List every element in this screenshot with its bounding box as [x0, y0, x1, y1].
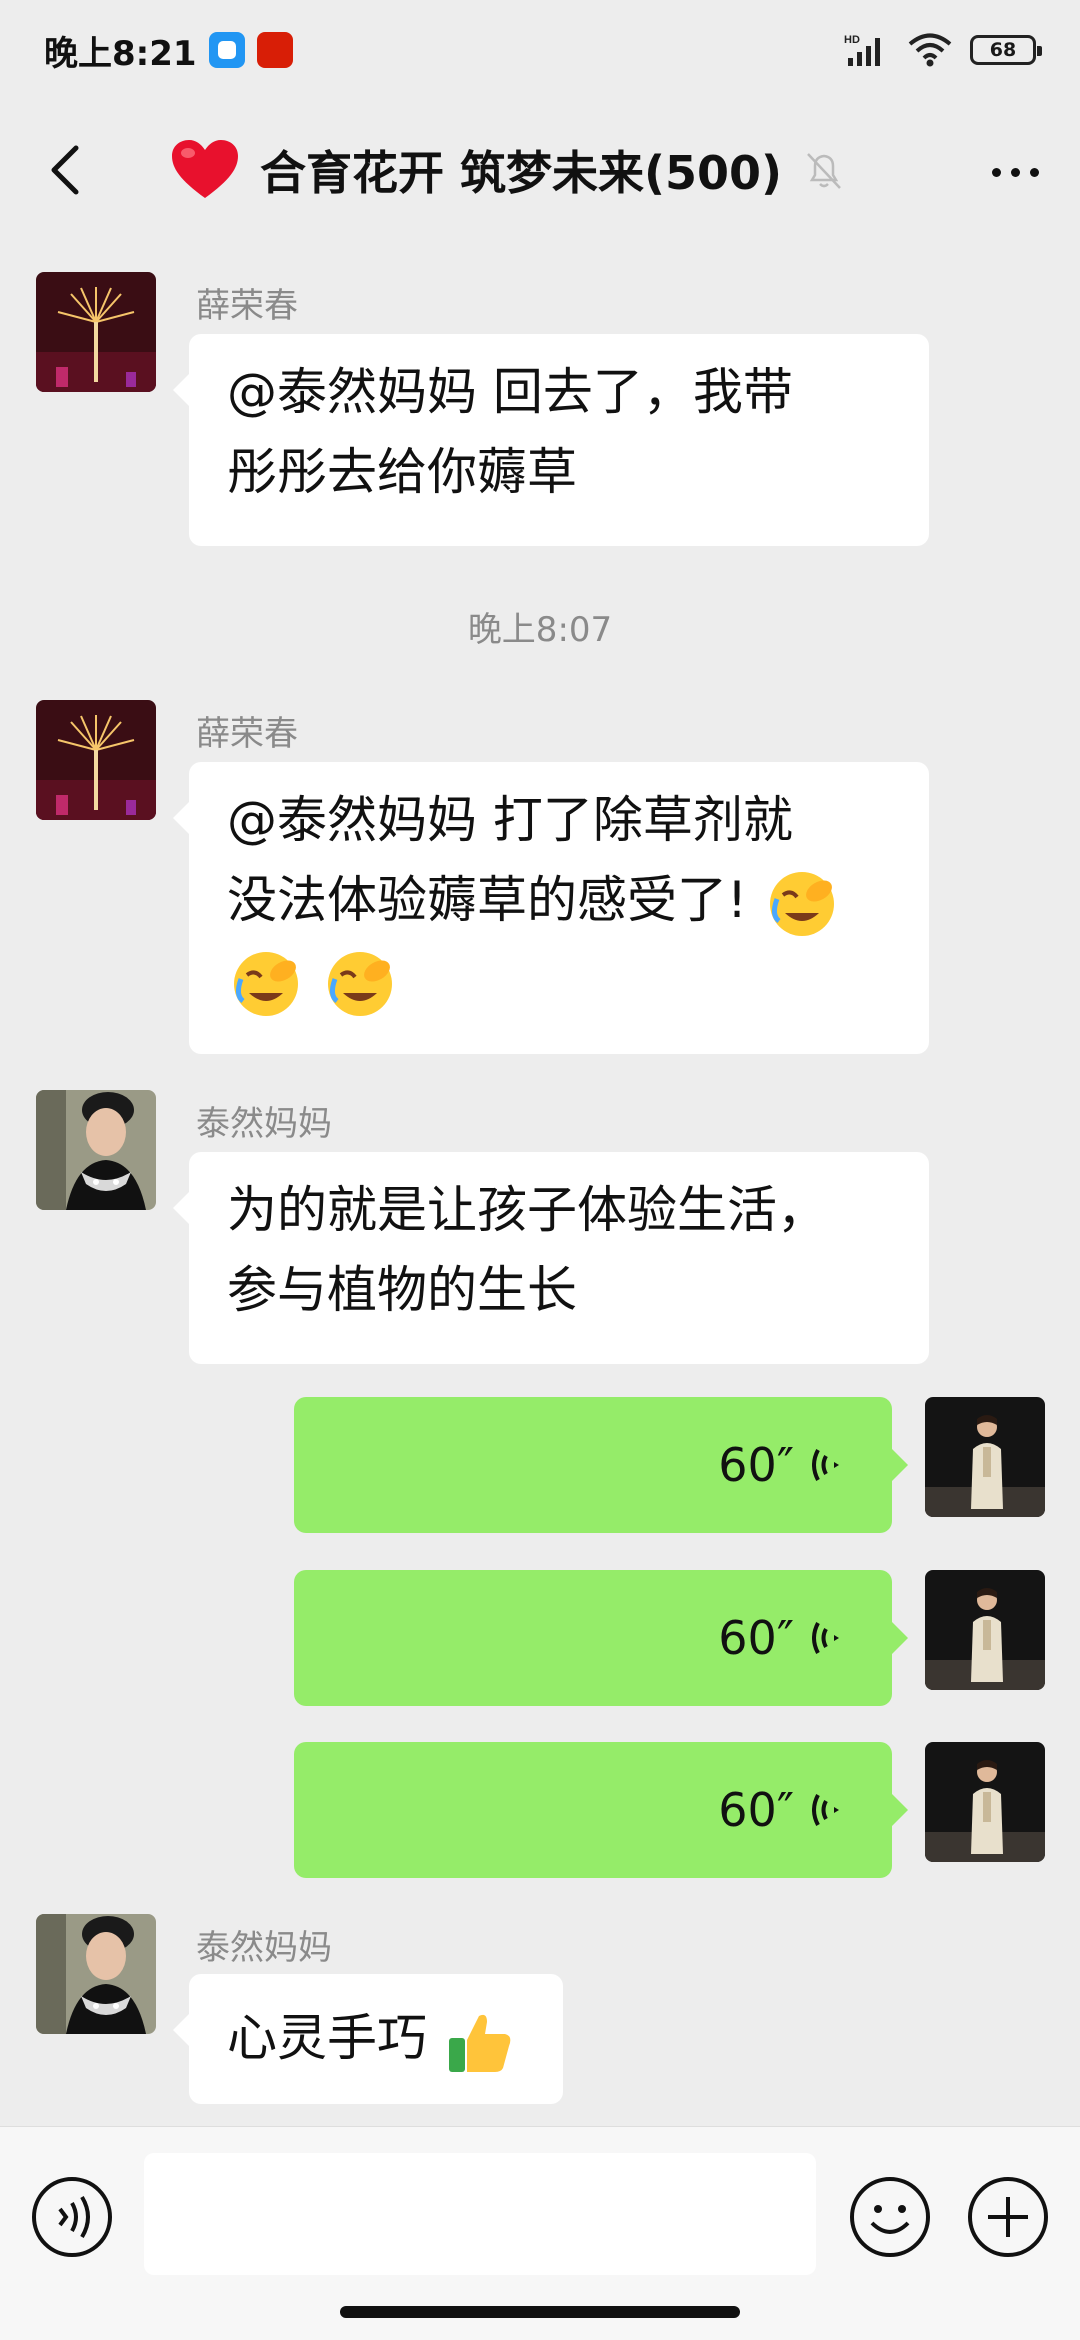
sender-name: 薛荣春	[196, 286, 298, 326]
fireworks-avatar-image	[36, 272, 156, 392]
voice-duration: 60″	[718, 1783, 794, 1837]
dot	[1010, 167, 1020, 177]
facepalm-laugh-emoji-icon	[327, 951, 392, 1016]
voice-bubble[interactable]: 60″	[294, 1397, 908, 1533]
sender-name: 泰然妈妈	[196, 1104, 332, 1144]
status-indicators: HD 68	[844, 32, 1042, 68]
sender-name: 薛荣春	[196, 714, 298, 754]
timestamp: 晚上8:07	[467, 610, 613, 650]
back-icon[interactable]	[36, 138, 96, 202]
text-bubble[interactable]: 心灵手巧	[173, 1974, 563, 2104]
emoji-icon[interactable]	[848, 2175, 932, 2259]
notification-app-icon	[208, 32, 245, 68]
self-avatar-image	[925, 1742, 1045, 1862]
woman-avatar-image	[36, 1914, 156, 2034]
voice-wave-icon	[812, 1622, 839, 1654]
message-text-row: 没法体验薅草的感受了!	[227, 860, 891, 940]
voice-duration: 60″	[718, 1438, 794, 1492]
text-bubble[interactable]: 为的就是让孩子体验生活， 参与植物的生长	[173, 1152, 929, 1364]
avatar-self[interactable]	[925, 1397, 1045, 1517]
voice-bubble[interactable]: 60″	[294, 1570, 908, 1706]
more-options-button[interactable]	[980, 142, 1050, 202]
network-hd-label: HD	[844, 34, 860, 46]
battery-level: 68	[989, 39, 1017, 61]
voice-wave-icon	[812, 1794, 839, 1826]
message-text-line: 心灵手巧	[227, 2009, 427, 2067]
emoji-row	[227, 940, 891, 1020]
voice-bubble[interactable]: 60″	[294, 1742, 908, 1878]
dot	[1029, 167, 1039, 177]
message-text-line: 没法体验薅草的感受了!	[227, 871, 748, 929]
status-bar: 晚上8:21 HD 68	[0, 0, 1080, 100]
dot	[991, 167, 1001, 177]
avatar-fireworks[interactable]	[36, 700, 156, 820]
cellular-signal-icon: HD	[844, 34, 880, 66]
avatar-fireworks[interactable]	[36, 272, 156, 392]
message-text-line: @泰然妈妈 回去了，我带	[227, 363, 793, 421]
facepalm-laugh-emoji-icon	[234, 951, 298, 1016]
mute-bell-icon	[807, 153, 842, 189]
text-bubble[interactable]: @泰然妈妈 打了除草剂就 没法体验薅草的感受了!	[173, 762, 929, 1054]
woman-avatar-image	[36, 1090, 156, 1210]
self-avatar-image	[925, 1397, 1045, 1517]
avatar-woman[interactable]	[36, 1090, 156, 1210]
fireworks-avatar-image	[36, 700, 156, 820]
battery-icon: 68	[970, 35, 1042, 65]
study-app-icon	[256, 32, 293, 68]
message-text-line: 彤彤去给你薅草	[227, 443, 577, 501]
message-input[interactable]	[144, 2153, 816, 2275]
status-time: 晚上8:21	[44, 33, 197, 74]
chat-header: 合育花开 筑梦未来(500)	[0, 110, 1080, 230]
avatar-woman[interactable]	[36, 1914, 156, 2034]
chat-title: 合育花开 筑梦未来(500)	[260, 146, 783, 200]
plus-icon[interactable]	[966, 2175, 1050, 2259]
self-avatar-image	[925, 1570, 1045, 1690]
sender-name: 泰然妈妈	[196, 1928, 332, 1968]
text-bubble[interactable]: @泰然妈妈 回去了，我带 彤彤去给你薅草	[173, 334, 929, 546]
facepalm-laugh-emoji-icon	[769, 871, 834, 936]
thumbs-up-emoji-icon	[448, 2014, 511, 2072]
voice-duration: 60″	[718, 1611, 794, 1665]
message-text-line: 参与植物的生长	[227, 1261, 577, 1319]
wifi-icon	[908, 33, 952, 67]
home-indicator[interactable]	[340, 2306, 740, 2318]
avatar-self[interactable]	[925, 1570, 1045, 1690]
voice-wave-icon	[812, 1449, 839, 1481]
title-group: 合育花开 筑梦未来(500)	[170, 134, 846, 206]
heart-icon	[172, 140, 238, 198]
message-text-line: @泰然妈妈 打了除草剂就	[227, 791, 793, 849]
message-text-line: 为的就是让孩子体验生活，	[227, 1181, 827, 1239]
avatar-self[interactable]	[925, 1742, 1045, 1862]
voice-input-icon[interactable]	[30, 2175, 114, 2259]
